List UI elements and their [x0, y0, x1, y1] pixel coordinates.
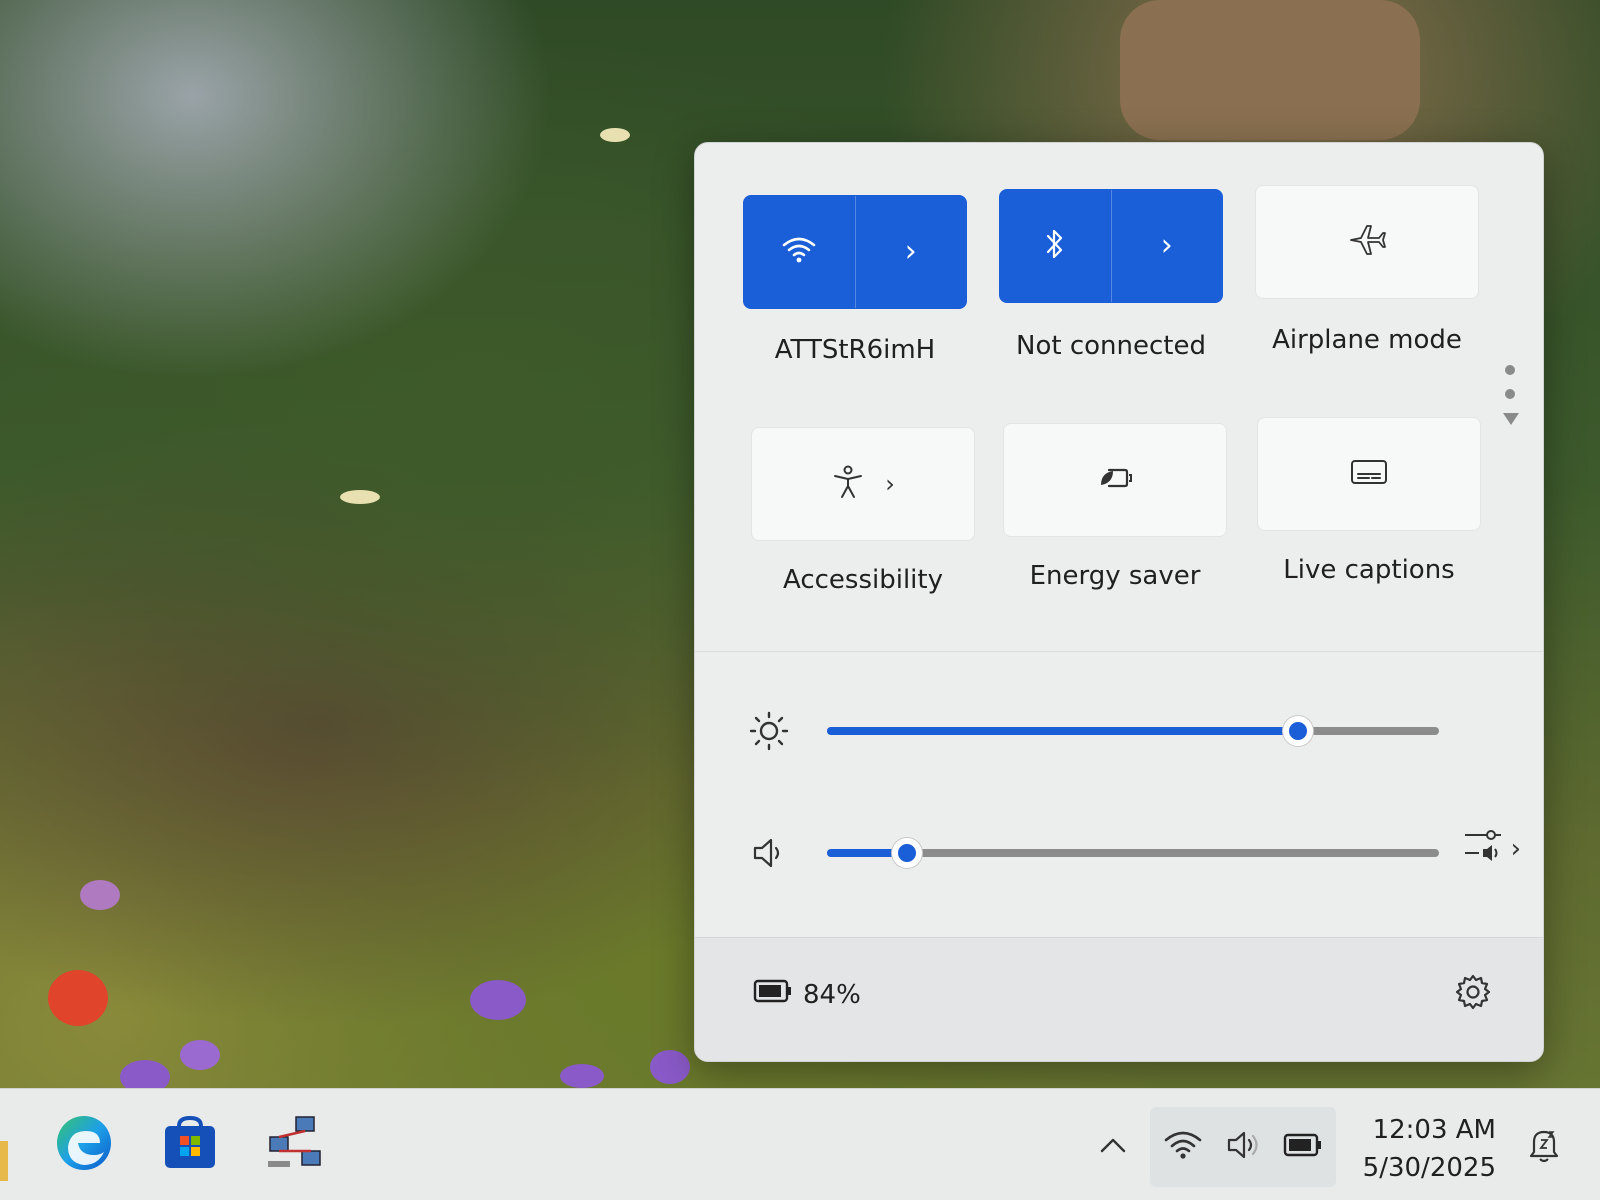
- settings-button[interactable]: [1453, 972, 1493, 1016]
- audio-output-button[interactable]: ›: [1461, 827, 1521, 871]
- store-icon: [161, 1114, 219, 1176]
- brightness-slider-thumb[interactable]: [1283, 716, 1314, 746]
- edge-icon: [54, 1113, 114, 1177]
- energy-saver-icon: [1095, 463, 1135, 497]
- wifi-label: ATTStR6imH: [774, 335, 936, 365]
- wifi-icon: [781, 235, 817, 269]
- speaker-icon: [1225, 1129, 1261, 1165]
- notifications-snooze-icon: [1526, 1126, 1562, 1168]
- chevron-up-icon: [1098, 1136, 1128, 1158]
- volume-slider[interactable]: [827, 838, 1439, 868]
- volume-slider-thumb[interactable]: [891, 838, 922, 868]
- network-app-icon: [266, 1113, 326, 1177]
- wifi-tile[interactable]: ›: [743, 195, 967, 309]
- bluetooth-label: Not connected: [1016, 331, 1206, 361]
- clock-button[interactable]: 12:03 AM 5/30/2025: [1363, 1111, 1496, 1187]
- chevron-right-icon: ›: [1160, 228, 1173, 263]
- taskbar-edge-sliver: [0, 1141, 8, 1181]
- energy-saver-tile[interactable]: [1003, 423, 1227, 537]
- speaker-icon[interactable]: [747, 831, 791, 875]
- bluetooth-icon: [1043, 227, 1067, 265]
- chevron-right-icon: ›: [1510, 834, 1521, 864]
- wifi-icon: [1163, 1128, 1203, 1166]
- live-captions-tile[interactable]: [1257, 417, 1481, 531]
- scroll-down-icon[interactable]: [1503, 413, 1519, 425]
- airplane-mode-tile[interactable]: [1255, 185, 1479, 299]
- quick-settings-panel: › ATTStR6imH › Not connected Airplane mo…: [694, 142, 1544, 1062]
- brightness-icon: [747, 709, 791, 753]
- brightness-slider-row: [747, 701, 1487, 761]
- brightness-slider[interactable]: [827, 716, 1439, 746]
- show-hidden-icons-button[interactable]: [1088, 1107, 1138, 1187]
- battery-icon: [753, 978, 793, 1011]
- live-captions-label: Live captions: [1283, 555, 1455, 585]
- bluetooth-tile[interactable]: ›: [999, 189, 1223, 303]
- battery-status[interactable]: 84%: [753, 978, 861, 1011]
- edge-button[interactable]: [52, 1113, 116, 1177]
- brightness-slider-fill: [827, 727, 1299, 735]
- airplane-icon: [1347, 222, 1387, 262]
- page-dot[interactable]: [1505, 365, 1515, 375]
- bluetooth-expand-button[interactable]: ›: [1110, 190, 1223, 302]
- energy-saver-label: Energy saver: [1029, 561, 1201, 591]
- bluetooth-toggle[interactable]: [1000, 190, 1111, 302]
- chevron-right-icon[interactable]: ›: [885, 470, 895, 498]
- system-tray-group[interactable]: [1150, 1107, 1336, 1187]
- live-captions-icon: [1349, 457, 1389, 491]
- clock-time: 12:03 AM: [1372, 1115, 1496, 1145]
- accessibility-icon: [831, 464, 865, 504]
- wifi-toggle[interactable]: [744, 196, 855, 308]
- volume-slider-row: ›: [747, 823, 1521, 883]
- clock-date: 5/30/2025: [1362, 1153, 1496, 1183]
- taskbar: 12:03 AM 5/30/2025: [0, 1088, 1600, 1200]
- divider: [695, 651, 1543, 652]
- wifi-expand-button[interactable]: ›: [854, 196, 967, 308]
- battery-percentage: 84%: [803, 979, 861, 1010]
- network-app-button[interactable]: [264, 1113, 328, 1177]
- page-dot[interactable]: [1505, 389, 1515, 399]
- chevron-right-icon: ›: [904, 234, 917, 269]
- accessibility-tile[interactable]: ›: [751, 427, 975, 541]
- airplane-mode-label: Airplane mode: [1272, 325, 1462, 355]
- audio-mixer-icon: [1461, 827, 1505, 871]
- gear-icon: [1453, 974, 1493, 1016]
- quick-settings-footer: 84%: [695, 937, 1543, 1061]
- battery-icon: [1283, 1132, 1323, 1162]
- accessibility-label: Accessibility: [783, 565, 943, 595]
- page-indicator[interactable]: [1503, 365, 1519, 439]
- store-button[interactable]: [158, 1113, 222, 1177]
- notifications-button[interactable]: [1516, 1107, 1572, 1187]
